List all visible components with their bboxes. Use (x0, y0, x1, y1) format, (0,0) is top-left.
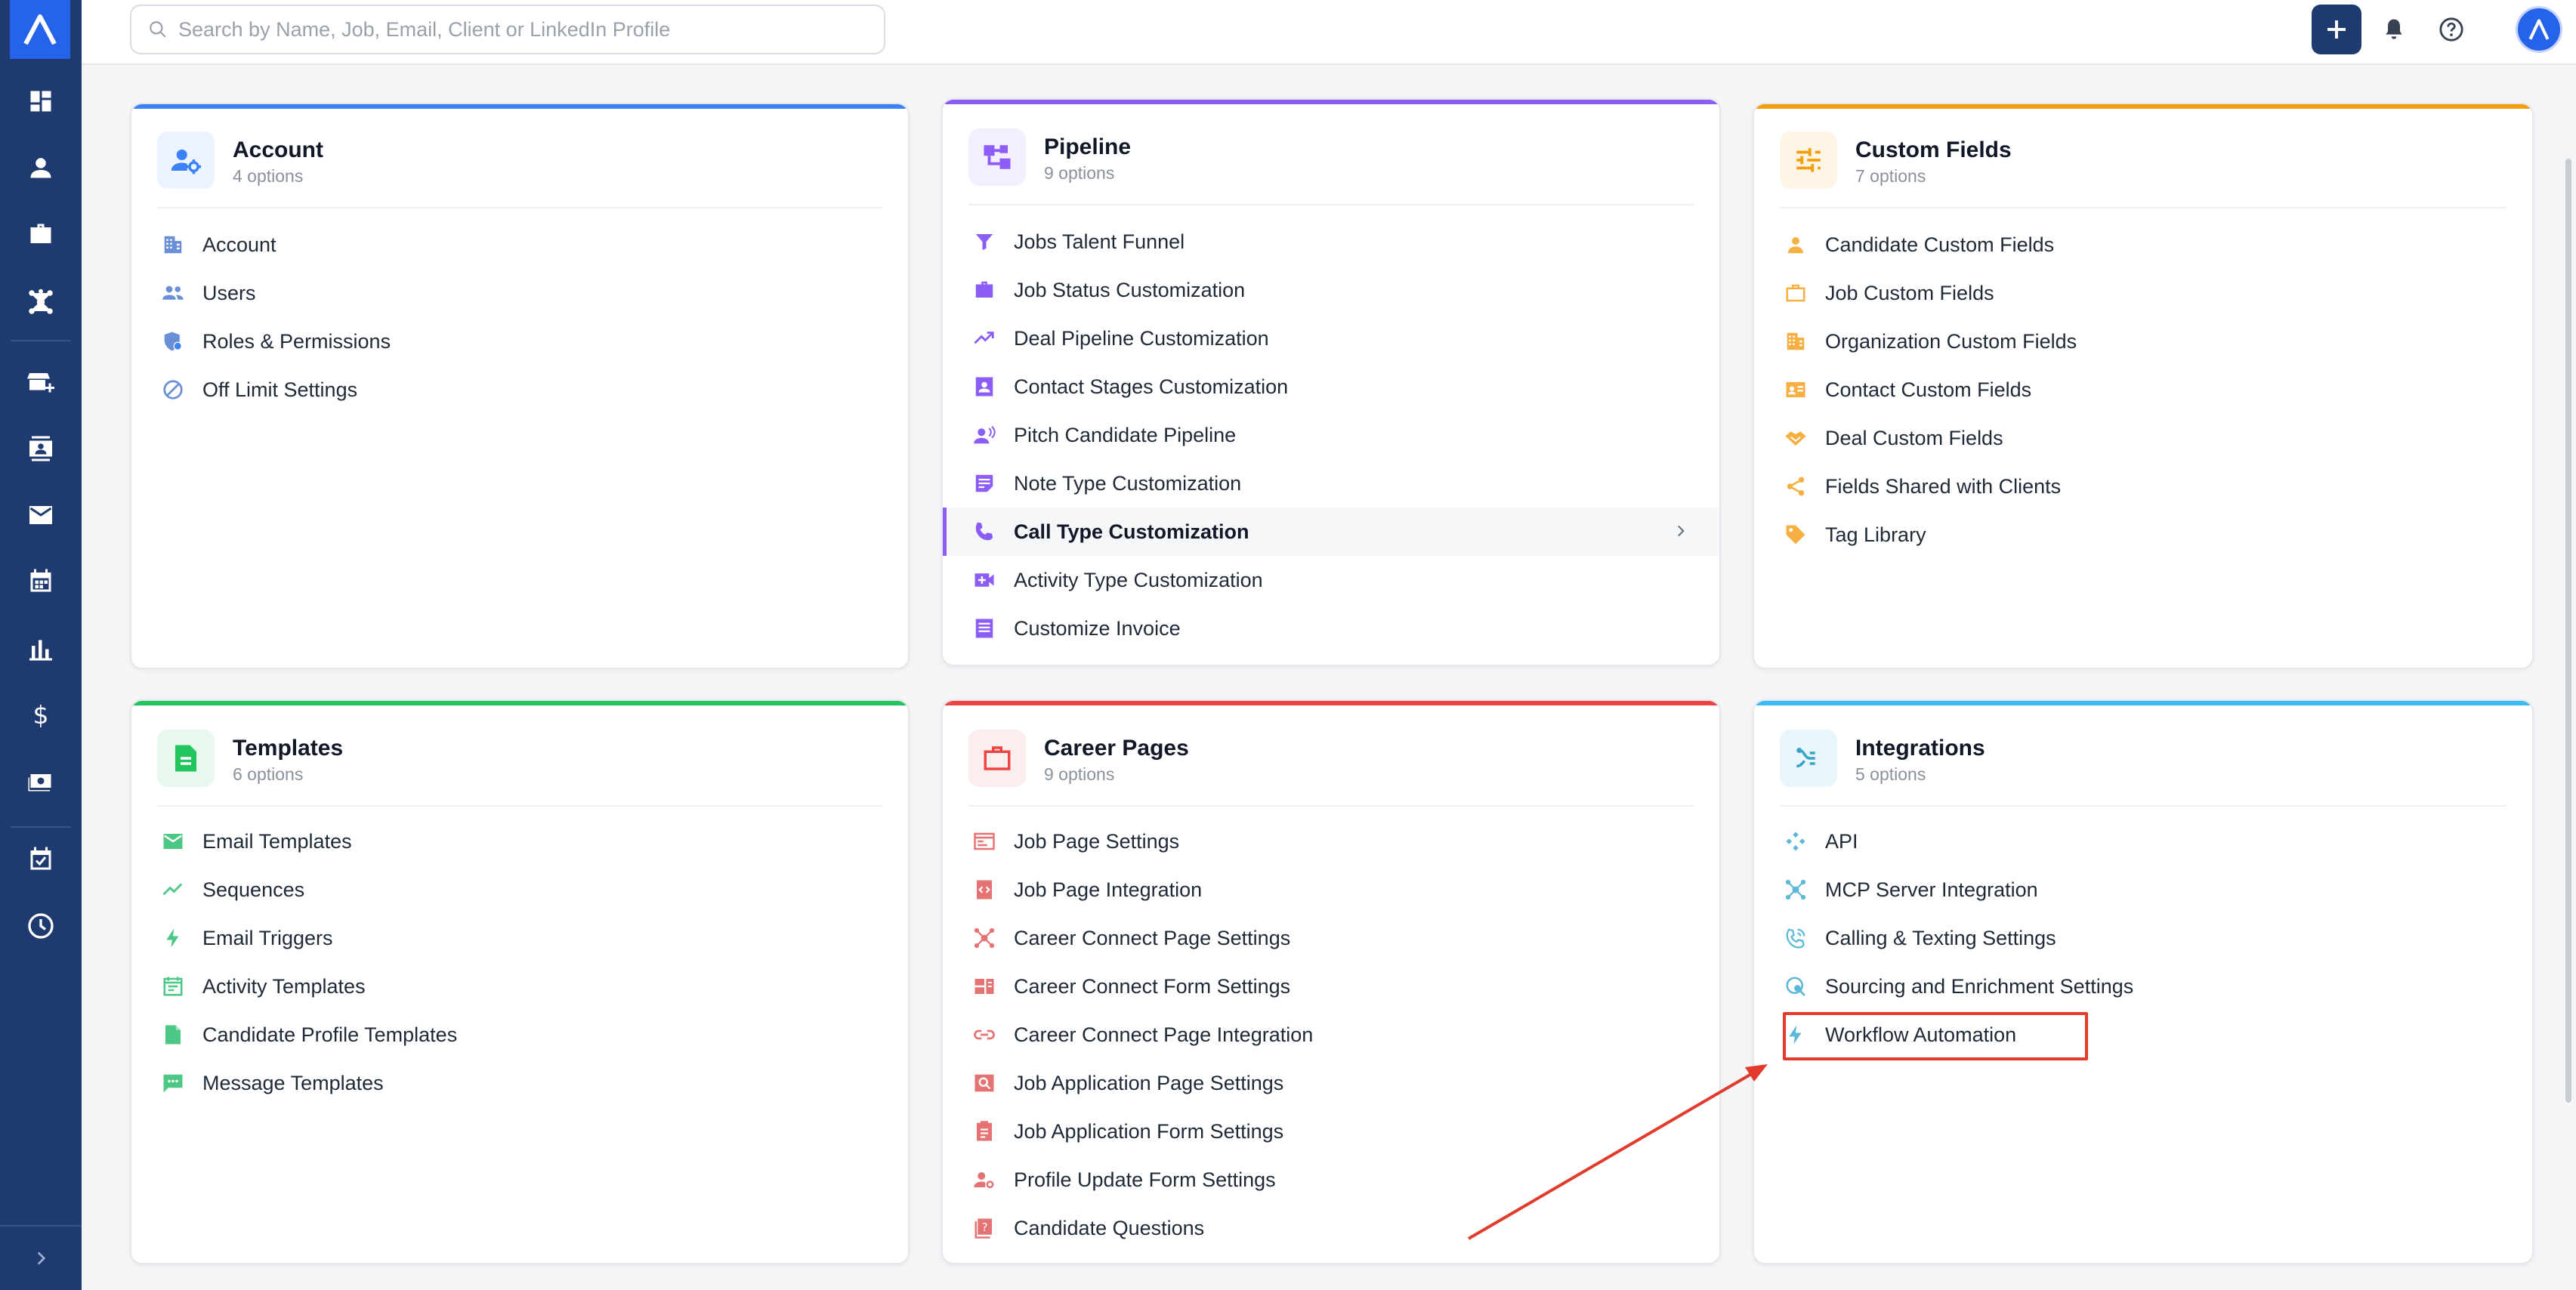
annotation-arrow (1467, 1064, 1768, 1240)
scrollbar[interactable] (2565, 159, 2571, 1103)
